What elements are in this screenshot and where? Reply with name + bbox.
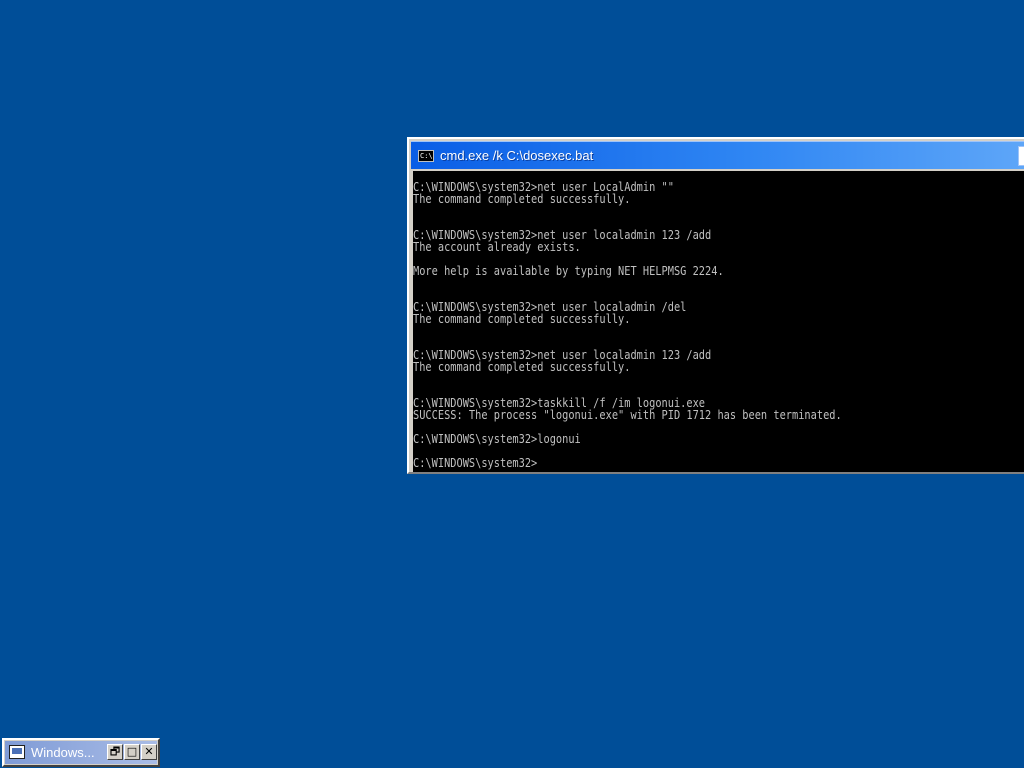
console-line: C:\WINDOWS\system32> (413, 456, 538, 470)
restore-button[interactable]: 🗗 (107, 744, 123, 760)
console-line: More help is available by typing NET HEL… (413, 264, 724, 278)
desktop: C:\ cmd.exe /k C:\dosexec.bat C:\WINDOWS… (0, 0, 1024, 768)
console-output[interactable]: C:\WINDOWS\system32>net user LocalAdmin … (413, 171, 1024, 472)
minimized-window-title: Windows... (31, 745, 95, 760)
console-line: SUCCESS: The process "logonui.exe" with … (413, 408, 842, 422)
console-line: The account already exists. (413, 240, 581, 254)
console-title: cmd.exe /k C:\dosexec.bat (440, 148, 594, 163)
console-window[interactable]: C:\ cmd.exe /k C:\dosexec.bat C:\WINDOWS… (407, 137, 1024, 474)
maximize-button[interactable]: □ (124, 744, 140, 760)
console-line: C:\WINDOWS\system32>logonui (413, 432, 581, 446)
console-line: The command completed successfully. (413, 360, 631, 374)
titlebar-button-edge[interactable] (1018, 146, 1024, 166)
console-icon[interactable]: C:\ (418, 150, 434, 162)
console-line: The command completed successfully. (413, 192, 631, 206)
minimized-window[interactable]: Windows... 🗗 □ ✕ (2, 738, 160, 767)
console-line: The command completed successfully. (413, 312, 631, 326)
computer-icon (9, 745, 25, 759)
console-titlebar[interactable]: C:\ cmd.exe /k C:\dosexec.bat (411, 141, 1024, 169)
minimized-window-titlebar[interactable]: Windows... 🗗 □ ✕ (5, 741, 157, 764)
close-button[interactable]: ✕ (141, 744, 157, 760)
